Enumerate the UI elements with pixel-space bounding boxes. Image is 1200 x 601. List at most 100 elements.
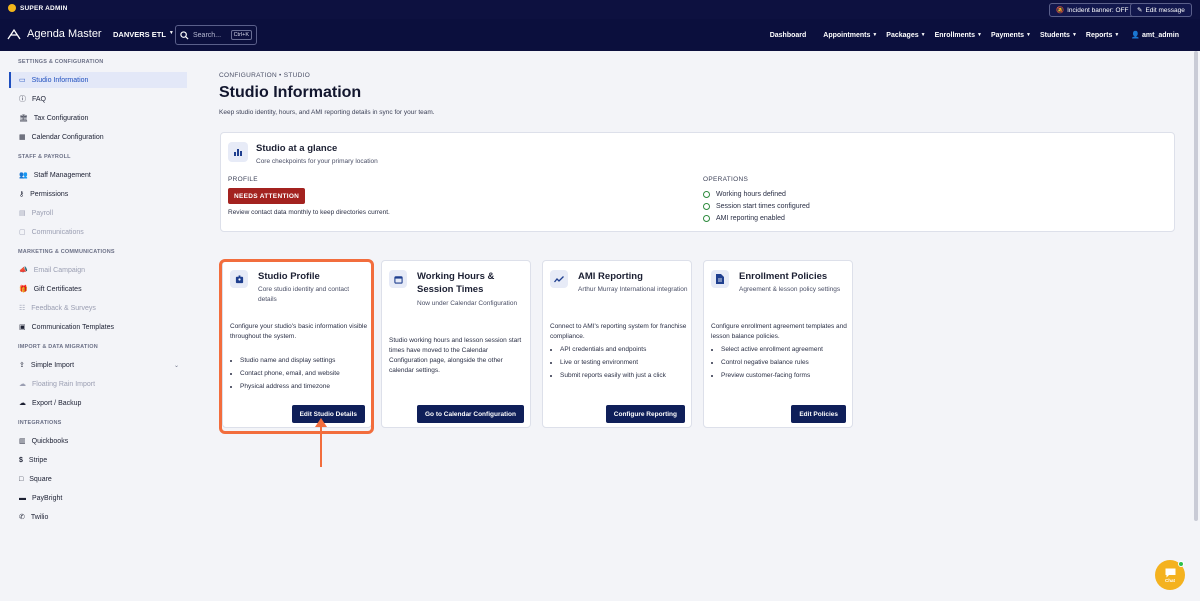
section-settings: SETTINGS & CONFIGURATION [18,59,104,65]
paybright-icon: ▬ [19,494,26,502]
sidebar-item-communications[interactable]: ▢ Communications [9,224,187,240]
card-ami-reporting: AMI Reporting Arthur Murray Internationa… [542,260,692,428]
card-bullets: Select active enrollment agreement Contr… [721,343,851,382]
breadcrumb: CONFIGURATION • STUDIO [219,72,311,79]
sidebar-item-simple-import[interactable]: ⇪ Simple Import ⌄ [9,357,187,373]
upload-icon: ⇪ [19,362,25,369]
search-input[interactable]: Search... Ctrl+K [175,25,257,45]
operations-checklist: Working hours defined Session start time… [703,188,810,224]
check-item: AMI reporting enabled [703,212,810,224]
check-circle-icon [703,202,710,210]
sidebar-item-square[interactable]: □ Square [9,471,187,487]
money-icon: ▤ [19,210,26,217]
section-import: IMPORT & DATA MIGRATION [18,344,98,350]
studio-glance-panel: Studio at a glance Core checkpoints for … [220,132,1175,232]
check-circle-icon [703,190,710,198]
scrollbar[interactable] [1194,51,1198,521]
glance-subtitle: Core checkpoints for your primary locati… [256,158,378,165]
card-enrollment-policies: Enrollment Policies Agreement & lesson p… [703,260,853,428]
studio-selector[interactable]: DANVERS ETL ▼ [113,30,174,39]
incident-banner-button[interactable]: 🔕 Incident banner: OFF [1049,3,1136,17]
document-icon [711,270,729,288]
brand[interactable]: Agenda Master [7,27,102,41]
sidebar-item-quickbooks[interactable]: ▥ Quickbooks [9,433,187,449]
phone-icon: ✆ [19,514,25,521]
sidebar-item-stripe[interactable]: $ Stripe [9,452,187,468]
glance-title: Studio at a glance [256,143,338,154]
section-staff: STAFF & PAYROLL [18,154,71,160]
list-item: Submit reports easily with just a click [560,369,690,382]
list-item: Preview customer-facing forms [721,369,851,382]
sidebar-item-calendar[interactable]: ▦ Calendar Configuration [9,129,187,145]
list-item: API credentials and endpoints [560,343,690,356]
page-title: Studio Information [219,84,362,101]
check-item: Session start times configured [703,200,810,212]
quickbooks-icon: ▥ [19,438,26,445]
chat-icon: ▢ [19,229,26,236]
chevron-down-icon: ▼ [1114,32,1120,38]
card-subtitle: Arthur Murray International integration [578,286,688,293]
search-icon [180,30,189,40]
pencil-icon: ✎ [1137,7,1143,14]
sidebar-item-faq[interactable]: ⓘ FAQ [9,91,187,107]
nav-appointments[interactable]: Appointments ▼ [823,32,877,39]
chat-icon [1165,568,1175,577]
list-item: Select active enrollment agreement [721,343,851,356]
edit-message-button[interactable]: ✎ Edit message [1130,3,1192,17]
operations-label: OPERATIONS [703,176,749,183]
user-menu[interactable]: 👤 amt_admin [1131,31,1179,40]
sidebar-item-feedback[interactable]: ☷ Feedback & Surveys [9,300,187,316]
sidebar-item-gift-certificates[interactable]: 🎁 Gift Certificates [9,281,187,297]
card-title: Enrollment Policies [739,271,828,282]
nav-dashboard[interactable]: Dashboard [770,32,807,39]
list-item: Live or testing environment [560,356,690,369]
sidebar-item-floating-rain[interactable]: ☁ Floating Rain Import [9,376,187,392]
sidebar-item-twilio[interactable]: ✆ Twilio [9,509,187,525]
nav-links: Dashboard Appointments ▼ Packages ▼ Enroll… [770,19,1200,51]
card-title: Working Hours & Session Times [417,271,495,295]
super-admin-label: SUPER ADMIN [8,4,67,12]
sidebar-item-tax[interactable]: 🏛 Tax Configuration [9,110,187,126]
sidebar-item-payroll[interactable]: ▤ Payroll [9,205,187,221]
card-description: Connect to AMI's reporting system for fr… [550,323,687,340]
annotation-highlight [219,259,374,434]
sidebar-item-studio-information[interactable]: ▭ Studio Information [9,72,187,88]
stripe-icon: $ [19,456,23,464]
online-indicator [1178,561,1184,567]
chevron-down-icon: ▼ [872,32,878,38]
template-icon: ▣ [19,324,26,331]
check-item: Working hours defined [703,188,810,200]
top-nav: Agenda Master DANVERS ETL ▼ Search... Ctr… [0,19,1200,51]
sidebar-item-paybright[interactable]: ▬ PayBright [9,490,187,506]
card-description: Studio working hours and lesson session … [389,337,522,374]
card-title: AMI Reporting [578,271,643,282]
go-to-calendar-configuration-button[interactable]: Go to Calendar Configuration [417,405,524,423]
sidebar-item-permissions[interactable]: ⚷ Permissions [9,186,187,202]
square-icon: □ [19,475,24,483]
annotation-arrow-icon [315,418,327,467]
trend-icon [550,270,568,288]
configure-reporting-button[interactable]: Configure Reporting [605,405,685,423]
sidebar-item-staff-management[interactable]: 👥 Staff Management [9,167,187,183]
user-icon: 👤 [1131,32,1141,39]
sidebar-item-email-campaign[interactable]: 📣 Email Campaign [9,262,187,278]
nav-enrollments[interactable]: Enrollments ▼ [935,32,982,39]
nav-reports[interactable]: Reports ▼ [1086,32,1119,39]
dancer-logo-icon [7,28,21,40]
sidebar-item-communication-templates[interactable]: ▣ Communication Templates [9,319,187,335]
sidebar-item-export[interactable]: ☁ Export / Backup [9,395,187,411]
chart-icon [228,142,248,162]
nav-students[interactable]: Students ▼ [1040,32,1077,39]
chevron-down-icon: ▼ [1071,32,1077,38]
profile-label: PROFILE [228,176,258,183]
edit-policies-button[interactable]: Edit Policies [791,405,846,423]
calendar-icon [389,270,407,288]
profile-note: Review contact data monthly to keep dire… [228,209,390,216]
nav-packages[interactable]: Packages ▼ [886,32,925,39]
nav-payments[interactable]: Payments ▼ [991,32,1031,39]
chevron-down-icon: ▼ [977,32,982,38]
card-description: Configure enrollment agreement templates… [711,323,847,340]
chevron-down-icon: ▼ [1026,32,1031,38]
chat-button[interactable]: Chat [1155,560,1185,590]
status-badge: NEEDS ATTENTION [228,188,306,204]
